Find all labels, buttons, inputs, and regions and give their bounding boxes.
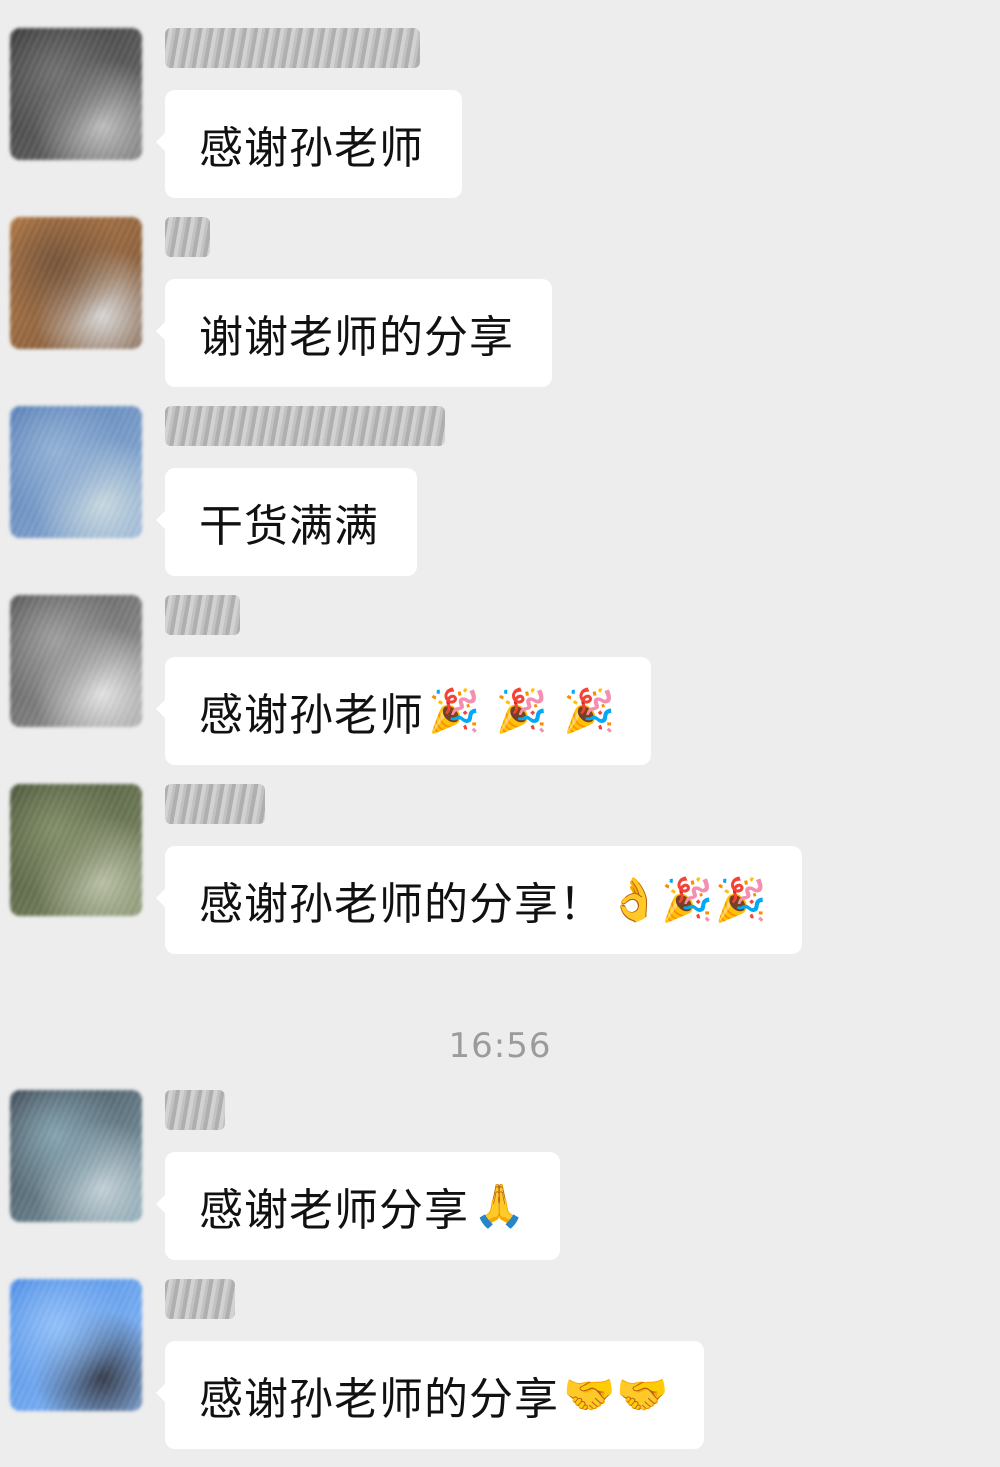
message-bubble[interactable]: 谢谢老师的分享 xyxy=(156,279,552,387)
avatar[interactable] xyxy=(10,784,142,916)
sender-name-redacted xyxy=(165,1279,235,1319)
message-bubble[interactable]: 感谢孙老师 🎉 🎉 🎉 xyxy=(156,657,651,765)
message-bubble[interactable]: 干货满满 xyxy=(156,468,417,576)
sender-name-redacted xyxy=(165,784,265,824)
avatar[interactable] xyxy=(10,1090,142,1222)
sender-name-redacted xyxy=(165,595,240,635)
avatar[interactable] xyxy=(10,1279,142,1411)
message-text: 干货满满 xyxy=(199,501,379,552)
message-bubble[interactable]: 感谢老师分享 🙏 xyxy=(155,1152,561,1260)
avatar[interactable] xyxy=(10,217,142,349)
folded-hands-emoji: 🙏 xyxy=(473,1181,527,1230)
sender-name-redacted xyxy=(165,406,445,446)
party-popper-emoji: 🎉 🎉 🎉 xyxy=(428,686,617,735)
timestamp: 16:56 xyxy=(448,1026,552,1066)
message-bubble[interactable]: 感谢孙老师的分享 🤝🤝 xyxy=(156,1341,704,1449)
message-bubble[interactable]: 感谢孙老师的分享！ 👌🎉🎉 xyxy=(156,846,802,954)
sender-name-redacted xyxy=(165,217,210,257)
avatar[interactable] xyxy=(10,595,142,727)
message-text: 感谢孙老师 xyxy=(199,690,424,741)
message-text: 谢谢老师的分享 xyxy=(199,312,514,363)
message-text: 感谢孙老师 xyxy=(199,123,424,174)
message-text: 感谢孙老师的分享！ xyxy=(199,879,604,930)
message-text: 感谢老师分享 xyxy=(199,1185,469,1236)
avatar[interactable] xyxy=(10,406,142,538)
avatar[interactable] xyxy=(10,28,142,160)
sender-name-redacted xyxy=(165,28,420,68)
sender-name-redacted xyxy=(165,1090,225,1130)
handshake-emoji: 🤝🤝 xyxy=(563,1370,670,1419)
message-text: 感谢孙老师的分享 xyxy=(199,1374,559,1425)
message-bubble[interactable]: 感谢孙老师 xyxy=(156,90,462,198)
ok-hand-party-popper-emoji: 👌🎉🎉 xyxy=(608,875,768,924)
